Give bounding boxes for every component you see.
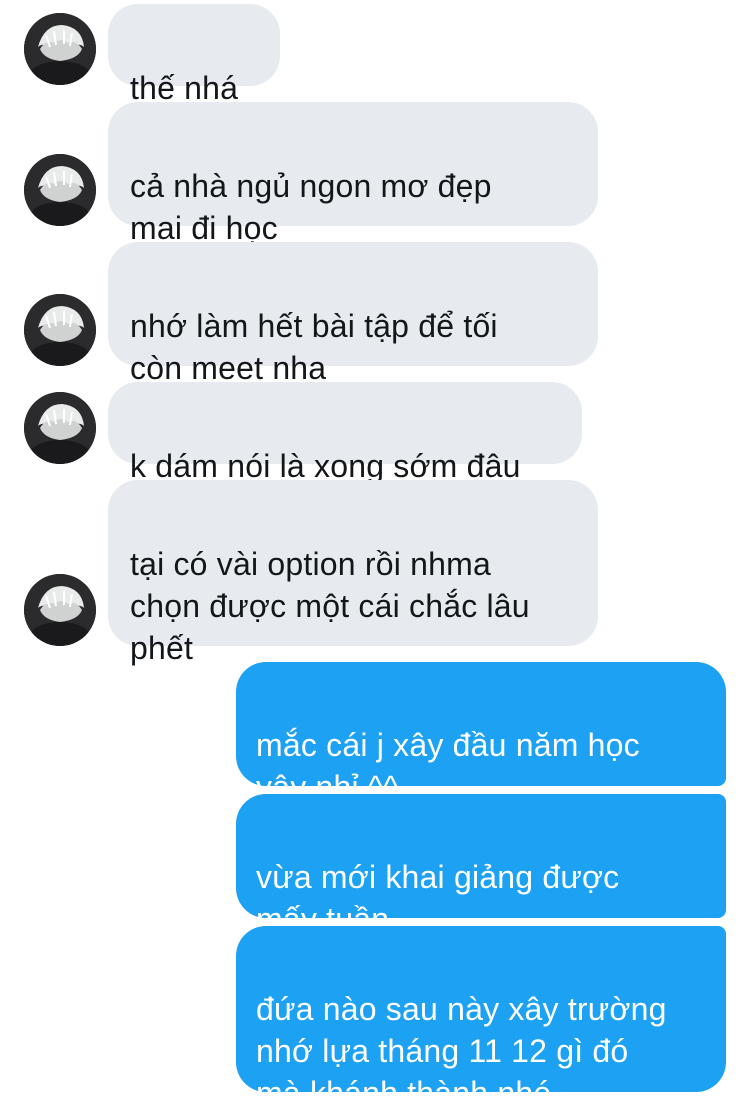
message-bubble-incoming[interactable]: nhớ làm hết bài tập để tối còn meet nha bbox=[108, 242, 598, 386]
message-thread: thế nhá cả nhà ngủ ngon mơ đẹp mai đi họ… bbox=[0, 0, 750, 1111]
message-bubble-outgoing[interactable]: mắc cái j xây đầu năm học vậy nhỉ ^^ bbox=[236, 662, 726, 805]
avatar[interactable] bbox=[24, 154, 96, 226]
avatar[interactable] bbox=[24, 574, 96, 646]
message-text: k dám nói là xong sớm đâu bbox=[130, 448, 521, 484]
message-bubble-outgoing[interactable]: đứa nào sau này xây trường nhớ lựa tháng… bbox=[236, 926, 726, 1111]
avatar[interactable] bbox=[24, 13, 96, 85]
avatar-image-icon bbox=[24, 154, 96, 226]
avatar-image-icon bbox=[24, 392, 96, 464]
message-text: cả nhà ngủ ngon mơ đẹp mai đi học bbox=[130, 168, 492, 246]
message-bubble-incoming[interactable]: cả nhà ngủ ngon mơ đẹp mai đi học bbox=[108, 102, 598, 246]
message-bubble-incoming[interactable]: tại có vài option rồi nhma chọn được một… bbox=[108, 480, 598, 666]
message-bubble-outgoing[interactable]: vừa mới khai giảng được mấy tuần bbox=[236, 794, 726, 937]
message-text: thế nhá bbox=[130, 70, 239, 106]
message-bubble-incoming[interactable]: thế nhá bbox=[108, 4, 280, 106]
avatar[interactable] bbox=[24, 294, 96, 366]
message-text: đứa nào sau này xây trường nhớ lựa tháng… bbox=[256, 991, 667, 1111]
message-bubble-incoming[interactable]: k dám nói là xong sớm đâu bbox=[108, 382, 582, 484]
message-text: nhớ làm hết bài tập để tối còn meet nha bbox=[130, 308, 498, 386]
message-text: tại có vài option rồi nhma chọn được một… bbox=[130, 546, 530, 666]
avatar-image-icon bbox=[24, 13, 96, 85]
avatar-image-icon bbox=[24, 294, 96, 366]
avatar[interactable] bbox=[24, 392, 96, 464]
avatar-image-icon bbox=[24, 574, 96, 646]
